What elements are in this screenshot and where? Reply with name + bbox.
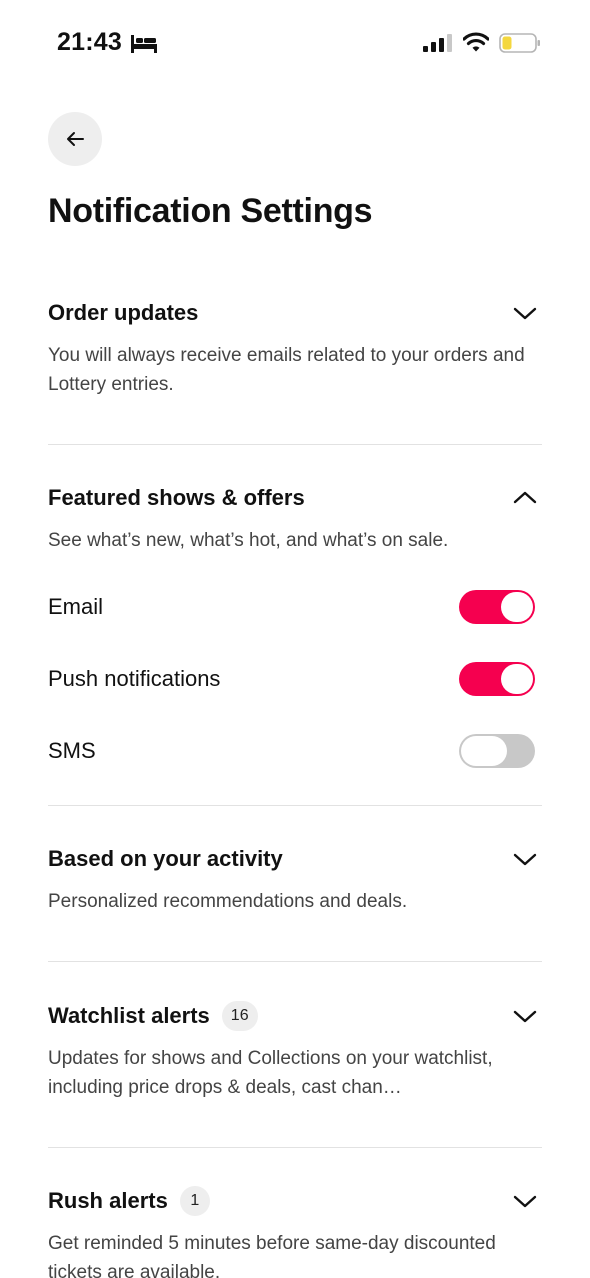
- email-toggle[interactable]: [459, 590, 535, 624]
- section-description: Updates for shows and Collections on you…: [48, 1048, 493, 1098]
- chevron-down-icon: [513, 1010, 537, 1023]
- section-rush-alerts: Rush alerts 1 Get reminded 5 minutes bef…: [48, 1184, 542, 1278]
- status-bar: 21:43: [0, 0, 590, 88]
- section-header-order-updates[interactable]: Order updates: [48, 296, 542, 330]
- section-header-based-on-activity[interactable]: Based on your activity: [48, 842, 542, 876]
- divider: [48, 961, 542, 962]
- toggle-knob: [501, 664, 533, 694]
- section-title: Based on your activity: [48, 846, 283, 871]
- count-badge: 1: [179, 1186, 210, 1216]
- count-badge: 16: [221, 1001, 258, 1031]
- battery-icon: [499, 33, 540, 53]
- signal-icon: [423, 34, 452, 52]
- sms-toggle[interactable]: [459, 734, 535, 768]
- toggle-row-email: Email: [48, 589, 542, 625]
- wifi-icon: [463, 32, 489, 52]
- chevron-up-icon: [513, 491, 537, 504]
- section-title: Rush alerts: [48, 1188, 168, 1213]
- section-header-featured-shows[interactable]: Featured shows & offers: [48, 481, 542, 515]
- toggle-knob: [461, 736, 507, 766]
- section-description: Personalized recommendations and deals.: [48, 891, 408, 912]
- push-notifications-toggle[interactable]: [459, 662, 535, 696]
- notification-settings-screen: 21:43 Notification Settings Order update…: [0, 0, 590, 1278]
- divider: [48, 805, 542, 806]
- toggle-knob: [501, 592, 533, 622]
- arrow-left-icon: [67, 132, 84, 146]
- section-description: You will always receive emails related t…: [48, 345, 525, 395]
- section-description: Get reminded 5 minutes before same-day d…: [48, 1233, 496, 1278]
- divider: [48, 444, 542, 445]
- toggle-row-sms: SMS: [48, 733, 542, 769]
- chevron-down-icon: [513, 1195, 537, 1208]
- toggle-label: Push notifications: [48, 666, 221, 691]
- section-header-watchlist-alerts[interactable]: Watchlist alerts 16: [48, 999, 542, 1033]
- toggle-label: SMS: [48, 738, 96, 763]
- section-description: See what’s new, what’s hot, and what’s o…: [48, 530, 449, 551]
- bed-icon: [131, 35, 157, 53]
- divider: [48, 1147, 542, 1148]
- back-button[interactable]: [48, 112, 102, 166]
- section-header-rush-alerts[interactable]: Rush alerts 1: [48, 1184, 542, 1218]
- section-title: Order updates: [48, 300, 199, 325]
- status-time: 21:43: [57, 28, 122, 56]
- chevron-down-icon: [513, 853, 537, 866]
- section-order-updates: Order updates You will always receive em…: [48, 296, 542, 399]
- toggle-label: Email: [48, 594, 104, 619]
- section-featured-shows: Featured shows & offers See what’s new, …: [48, 481, 542, 555]
- toggle-row-push: Push notifications: [48, 661, 542, 697]
- section-based-on-activity: Based on your activity Personalized reco…: [48, 842, 542, 916]
- page-title: Notification Settings: [48, 192, 373, 230]
- section-watchlist-alerts: Watchlist alerts 16 Updates for shows an…: [48, 999, 542, 1102]
- section-title: Featured shows & offers: [48, 485, 305, 510]
- chevron-down-icon: [513, 307, 537, 320]
- section-title: Watchlist alerts: [48, 1003, 210, 1028]
